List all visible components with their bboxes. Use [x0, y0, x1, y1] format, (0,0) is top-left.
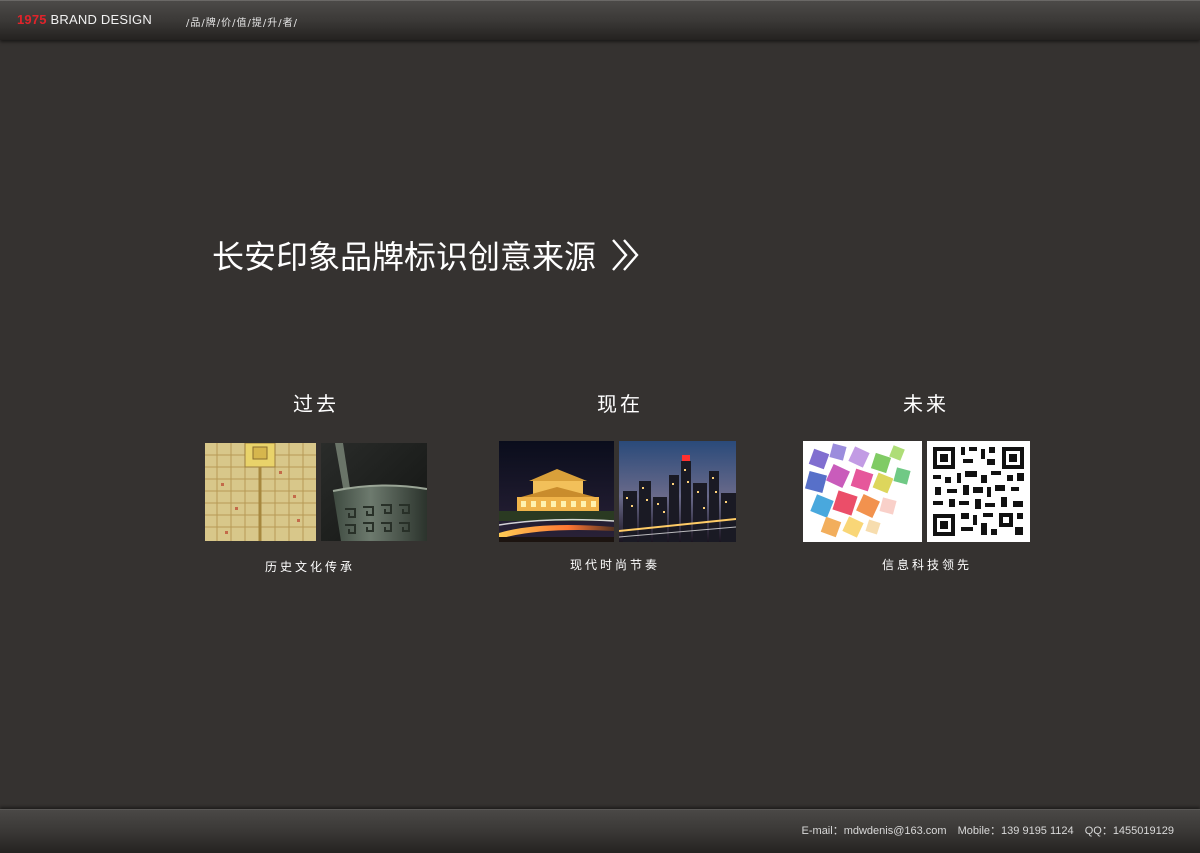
section-images	[803, 441, 1030, 542]
section-images	[205, 443, 427, 541]
section-title: 过去	[293, 392, 339, 416]
contact-mobile: Mobile：139 9195 1124	[957, 825, 1074, 837]
brand-tagline: /品/牌/价/值/提/升/者/	[186, 18, 298, 29]
double-chevron-right-icon	[612, 239, 639, 271]
brand-year: 1975	[17, 12, 47, 27]
section-title: 未来	[903, 392, 949, 416]
section-caption: 信息科技领先	[882, 558, 973, 572]
headline-text: 长安印象品牌标识创意来源	[212, 238, 597, 276]
section-present: 现在 现代时尚节奏	[499, 388, 740, 572]
footer-bar: E-mail：mdwdenis@163.com Mobile：139 9195 …	[0, 809, 1200, 853]
section-future: 未来 信息科技领先	[803, 388, 1046, 572]
section-past: 过去 历史文化传承	[196, 388, 436, 574]
page-headline: 长安印象品牌标识创意来源	[212, 232, 642, 278]
section-caption: 现代时尚节奏	[570, 558, 661, 572]
contact-email: E-mail：mdwdenis@163.com	[801, 825, 947, 837]
bronze-vessel-image	[321, 443, 427, 541]
qr-code-image	[927, 441, 1030, 542]
brand-logo: 1975 BRAND DESIGN	[17, 12, 152, 27]
brand-name: BRAND DESIGN	[50, 12, 152, 27]
section-title: 现在	[597, 392, 643, 416]
colorful-squares-image	[803, 441, 922, 542]
contact-info: E-mail：mdwdenis@163.com Mobile：139 9195 …	[802, 822, 1174, 838]
section-images	[499, 441, 736, 542]
night-palace-image	[499, 441, 614, 542]
top-bar: 1975 BRAND DESIGN /品/牌/价/值/提/升/者/	[0, 0, 1200, 40]
contact-qq: QQ：1455019129	[1084, 825, 1174, 837]
section-caption: 历史文化传承	[265, 560, 356, 574]
ancient-city-map-image	[205, 443, 316, 541]
city-skyline-image	[619, 441, 736, 542]
